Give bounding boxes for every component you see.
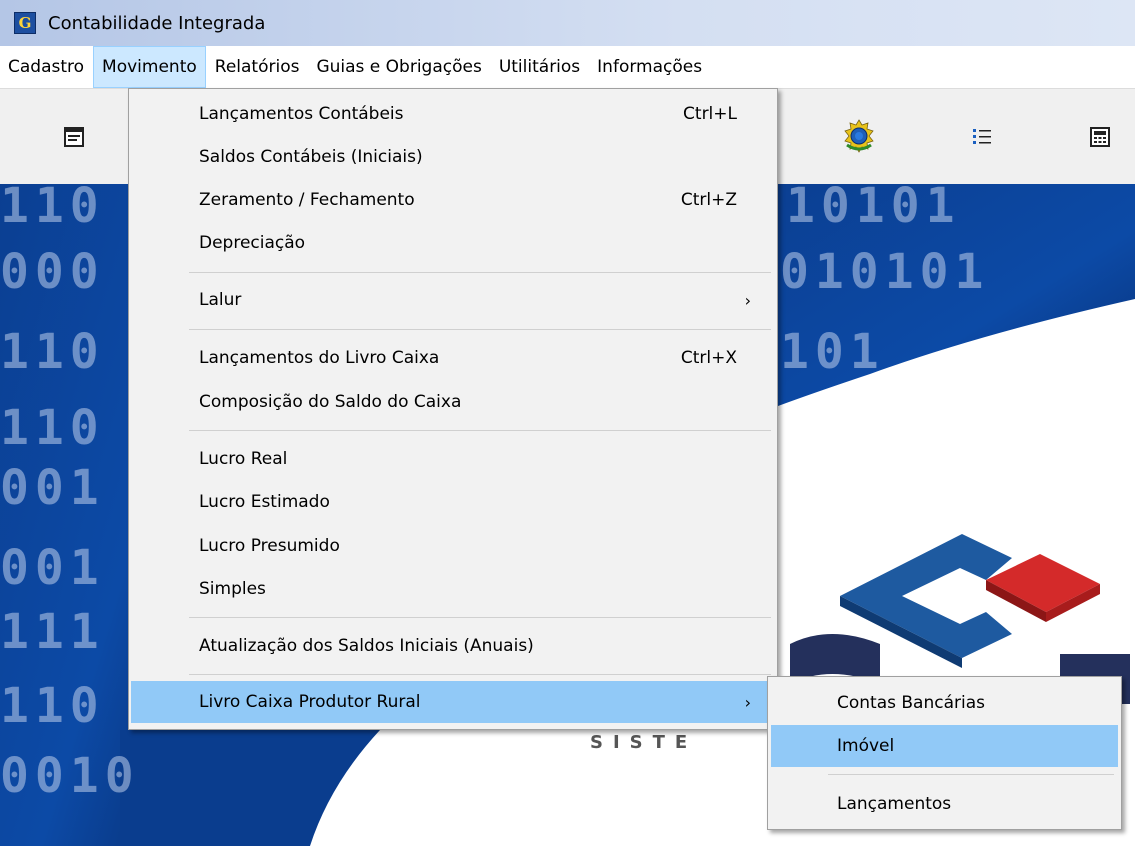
menu-separator — [828, 774, 1114, 775]
menu-item-lalur[interactable]: Lalur › — [131, 279, 775, 321]
app-g-icon[interactable]: G — [14, 12, 36, 34]
binary-digits: 000 — [0, 244, 105, 300]
menu-item-label: Lalur — [199, 290, 242, 310]
title-bar: G Contabilidade Integrada — [0, 0, 1135, 46]
menu-item-label: Lançamentos do Livro Caixa — [199, 348, 440, 368]
menu-guias-obrigacoes[interactable]: Guias e Obrigações — [308, 46, 489, 88]
menu-item-label: Lucro Presumido — [199, 536, 340, 556]
binary-digits: 110 — [0, 324, 105, 380]
binary-digits: 10101 — [786, 184, 961, 234]
menu-item-label: Depreciação — [199, 233, 306, 253]
menu-item-zeramento-fechamento[interactable]: Zeramento / Fechamento Ctrl+Z — [131, 179, 775, 221]
produtor-rural-submenu: Contas Bancárias Imóvel Lançamentos — [767, 676, 1122, 830]
shortcut-text: Ctrl+Z — [680, 190, 737, 210]
binary-digits: 001 — [0, 540, 105, 596]
window-title: Contabilidade Integrada — [48, 12, 266, 34]
menu-movimento[interactable]: Movimento — [93, 46, 206, 88]
submenu-item-label: Lançamentos — [837, 794, 952, 814]
menu-item-label: Lucro Real — [199, 449, 288, 469]
menu-item-depreciacao[interactable]: Depreciação — [131, 222, 775, 264]
menu-item-label: Atualização dos Saldos Iniciais (Anuais) — [199, 636, 534, 656]
menu-separator — [189, 329, 771, 330]
submenu-item-imovel[interactable]: Imóvel — [771, 725, 1118, 767]
submenu-item-contas-bancarias[interactable]: Contas Bancárias — [771, 682, 1118, 724]
menu-item-label: Livro Caixa Produtor Rural — [199, 692, 421, 712]
submenu-arrow-icon: › — [744, 290, 751, 310]
menu-relatorios[interactable]: Relatórios — [207, 46, 308, 88]
binary-digits: 001 — [0, 460, 105, 516]
menu-separator — [189, 674, 771, 675]
menu-item-label: Zeramento / Fechamento — [199, 190, 415, 210]
form-icon[interactable] — [60, 123, 88, 151]
menu-item-label: Lançamentos Contábeis — [199, 104, 404, 124]
menu-item-lucro-presumido[interactable]: Lucro Presumido — [131, 525, 775, 567]
binary-digits: 010101 — [780, 244, 990, 300]
menu-item-label: Simples — [199, 579, 266, 599]
menu-item-lancamentos-contabeis[interactable]: Lançamentos Contábeis Ctrl+L — [131, 93, 775, 135]
menu-utilitarios[interactable]: Utilitários — [491, 46, 588, 88]
calculator-icon[interactable] — [1086, 123, 1114, 151]
shortcut-text: Ctrl+L — [683, 104, 737, 124]
menu-item-atualizacao-saldos-iniciais[interactable]: Atualização dos Saldos Iniciais (Anuais) — [131, 625, 775, 667]
binary-digits: 111 — [0, 604, 105, 660]
menu-item-simples[interactable]: Simples — [131, 568, 775, 610]
menu-separator — [189, 430, 771, 431]
submenu-item-label: Contas Bancárias — [837, 693, 985, 713]
menu-item-label: Saldos Contábeis (Iniciais) — [199, 147, 423, 167]
menu-item-label: Lucro Estimado — [199, 492, 330, 512]
menu-separator — [189, 272, 771, 273]
binary-digits: 110 — [0, 678, 105, 734]
movimento-dropdown-menu: Lançamentos Contábeis Ctrl+L Saldos Cont… — [128, 88, 778, 730]
binary-digits: 110 — [0, 400, 105, 456]
menu-item-composicao-saldo-caixa[interactable]: Composição do Saldo do Caixa — [131, 381, 775, 423]
menu-separator — [189, 617, 771, 618]
menu-item-label: Composição do Saldo do Caixa — [199, 392, 462, 412]
numbered-list-icon[interactable] — [968, 123, 996, 151]
menu-item-saldos-contabeis[interactable]: Saldos Contábeis (Iniciais) — [131, 136, 775, 178]
menu-informacoes[interactable]: Informações — [589, 46, 710, 88]
menu-cadastro[interactable]: Cadastro — [0, 46, 92, 88]
menu-item-livro-caixa-produtor-rural[interactable]: Livro Caixa Produtor Rural › — [131, 681, 775, 723]
menu-item-lucro-estimado[interactable]: Lucro Estimado — [131, 481, 775, 523]
binary-digits: 101 — [780, 324, 885, 380]
logo-text: SISTE — [590, 732, 698, 753]
shortcut-text: Ctrl+X — [680, 348, 737, 368]
menu-bar: Cadastro Movimento Relatórios Guias e Ob… — [0, 46, 1135, 88]
submenu-item-lancamentos[interactable]: Lançamentos — [771, 783, 1118, 825]
submenu-item-label: Imóvel — [837, 736, 895, 756]
submenu-arrow-icon: › — [744, 692, 751, 712]
binary-digits: 110 — [0, 184, 105, 234]
binary-digits: 0010 — [0, 748, 140, 804]
menu-item-lucro-real[interactable]: Lucro Real — [131, 438, 775, 480]
brazil-coat-of-arms-icon[interactable] — [842, 119, 876, 153]
menu-item-lancamentos-livro-caixa[interactable]: Lançamentos do Livro Caixa Ctrl+X — [131, 337, 775, 379]
